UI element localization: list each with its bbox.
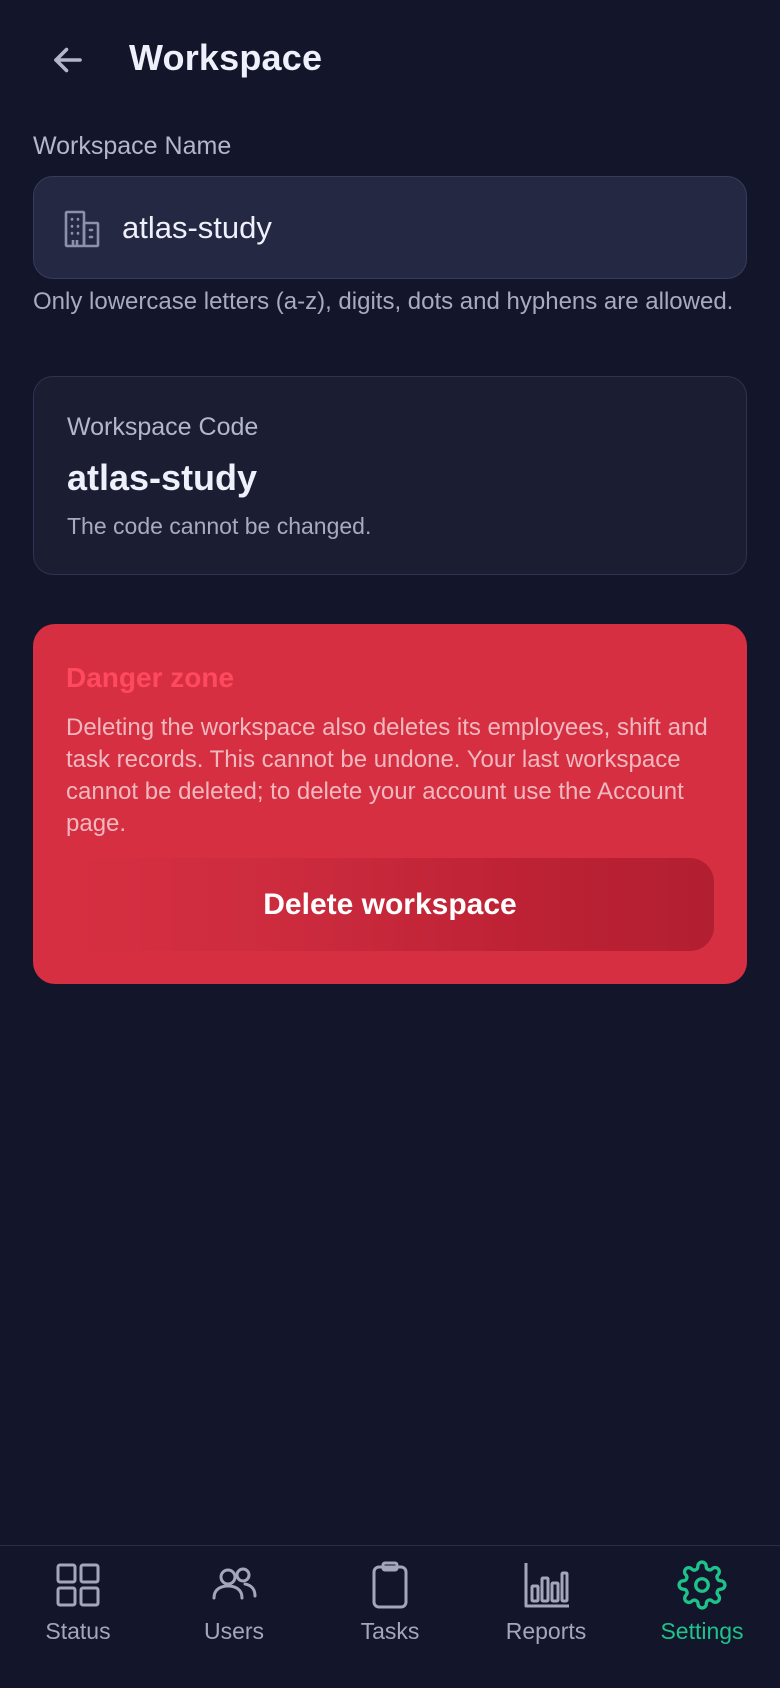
nav-item-tasks[interactable]: Tasks xyxy=(312,1560,468,1670)
clipboard-icon xyxy=(372,1561,408,1609)
back-button[interactable] xyxy=(40,32,96,88)
page-title: Workspace xyxy=(129,37,323,78)
workspace-name-value[interactable]: atlas-study xyxy=(122,177,272,278)
bottom-nav: Status Users Tasks Reports Settings xyxy=(0,1545,780,1688)
workspace-code-note: The code cannot be changed. xyxy=(67,513,372,539)
workspace-code-card: Workspace Code atlas-study The code cann… xyxy=(33,376,747,575)
gear-icon xyxy=(677,1560,727,1610)
nav-label-status: Status xyxy=(45,1618,111,1644)
arrow-left-icon xyxy=(54,47,82,73)
nav-item-settings[interactable]: Settings xyxy=(624,1560,780,1670)
workspace-name-input[interactable]: atlas-study xyxy=(33,176,747,279)
nav-item-reports[interactable]: Reports xyxy=(468,1560,624,1670)
nav-label-tasks: Tasks xyxy=(360,1618,420,1644)
bar-chart-icon xyxy=(524,1563,569,1608)
nav-label-settings: Settings xyxy=(660,1618,744,1644)
danger-zone-description: Deleting the workspace also deletes its … xyxy=(66,714,708,837)
header: Workspace xyxy=(0,0,780,120)
workspace-code-value: atlas-study xyxy=(67,457,258,498)
users-icon xyxy=(212,1567,257,1600)
nav-label-reports: Reports xyxy=(505,1618,587,1644)
workspace-name-helper: Only lowercase letters (a-z), digits, do… xyxy=(33,288,734,315)
workspace-name-label: Workspace Name xyxy=(33,132,232,160)
building-icon xyxy=(64,210,100,248)
workspace-settings-page: Workspace Workspace Name atlas-study Onl… xyxy=(0,0,780,1688)
nav-item-status[interactable]: Status xyxy=(0,1560,156,1670)
danger-zone-title: Danger zone xyxy=(66,662,235,693)
grid-icon xyxy=(56,1563,100,1607)
danger-zone-card: Danger zone Deleting the workspace also … xyxy=(33,624,747,984)
workspace-code-label: Workspace Code xyxy=(67,413,259,441)
nav-item-users[interactable]: Users xyxy=(156,1560,312,1670)
delete-workspace-button[interactable]: Delete workspace xyxy=(66,858,714,951)
nav-label-users: Users xyxy=(203,1618,265,1644)
